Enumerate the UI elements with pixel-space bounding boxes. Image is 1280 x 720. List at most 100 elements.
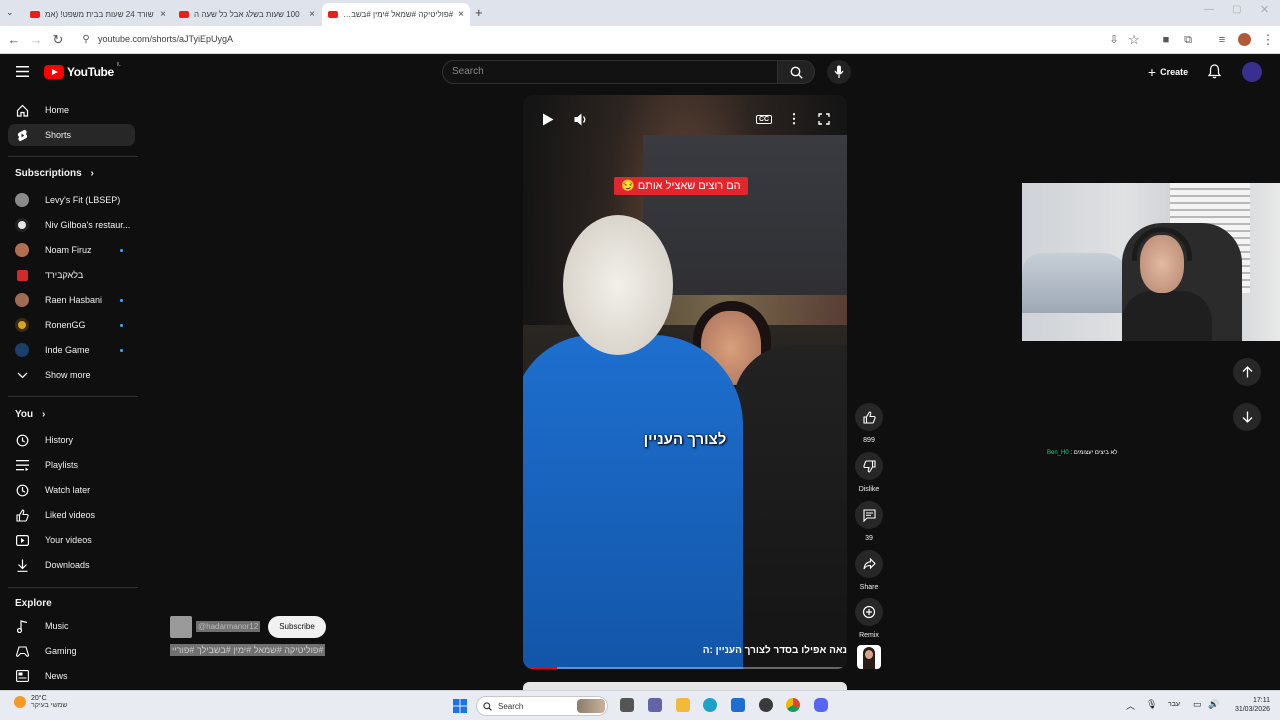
subscriptions-heading[interactable]: Subscriptions › (15, 168, 94, 179)
chrome-icon[interactable] (786, 698, 800, 712)
youtube-logo[interactable]: YouTube IL (44, 62, 121, 79)
sidebar-item-liked-videos[interactable]: Liked videos (8, 504, 135, 526)
next-short-button[interactable] (1233, 403, 1261, 431)
fullscreen-button[interactable] (816, 111, 832, 127)
sidebar-item-show-more[interactable]: Show more (8, 364, 135, 386)
close-window-icon[interactable]: ✕ (1260, 3, 1269, 16)
channel-handle[interactable]: @hadarmanor12 (196, 621, 261, 632)
shorts-video-player[interactable]: CC ⋮ הם רוצים שאציל אותם 😏 לצורך העניין … (523, 95, 847, 669)
taskbar-search[interactable]: Search (476, 696, 608, 716)
sidebar-item-gaming[interactable]: Gaming (8, 640, 135, 662)
search-input[interactable]: Search (442, 60, 778, 84)
sidebar-item-home[interactable]: Home (8, 99, 135, 121)
sidebar-item-subscription[interactable]: RonenGG (8, 314, 135, 336)
browser-tab-active[interactable]: #פוליטיקה #שמאל #ימין #בשבילך # × (322, 3, 470, 26)
like-button[interactable] (855, 403, 883, 431)
video-progress-bar[interactable] (525, 667, 843, 669)
volume-button[interactable] (573, 111, 589, 127)
extensions-puzzle-icon[interactable]: ⧉ (1180, 32, 1196, 48)
search-icon (790, 66, 803, 79)
edge-icon[interactable] (703, 698, 717, 712)
chevron-down-icon (15, 368, 29, 382)
maximize-window-icon[interactable]: ▢ (1232, 4, 1241, 15)
sidebar-item-subscription[interactable]: Noam Firuz (8, 239, 135, 261)
subscribe-button[interactable]: Subscribe (268, 616, 326, 638)
notifications-bell-icon[interactable] (1208, 64, 1221, 79)
weather-widget[interactable]: 20°C שמשי בעיקר (14, 695, 68, 709)
sidebar-item-subscription[interactable]: Niv Gilboa's restaur... (8, 214, 135, 236)
you-heading[interactable]: You › (15, 409, 45, 420)
close-tab-icon[interactable]: × (309, 9, 315, 20)
windows-start-icon[interactable] (453, 699, 467, 713)
sidebar-item-subscription[interactable]: בלאקבירד (8, 264, 135, 286)
store-icon[interactable] (731, 698, 745, 712)
comments-button[interactable] (855, 501, 883, 529)
dislike-action[interactable]: Dislike (855, 452, 883, 493)
sidebar-item-subscription[interactable]: Inde Game (8, 339, 135, 361)
extension-icon[interactable]: ■ (1158, 32, 1174, 48)
create-label: Create (1160, 67, 1189, 77)
sidebar-item-subscription[interactable]: Levy's Fit (LBSEP) (8, 189, 135, 211)
new-content-dot (120, 298, 123, 302)
close-tab-icon[interactable]: × (160, 9, 166, 20)
browser-tab[interactable]: 100 שעות בשלג אבל כל שעה ה × (173, 3, 321, 26)
task-view-icon[interactable] (620, 698, 634, 712)
browser-menu-icon[interactable]: ⋮ (1260, 32, 1276, 48)
account-avatar[interactable] (1242, 62, 1262, 82)
create-button[interactable]: + Create (1140, 60, 1196, 84)
video-hashtags[interactable]: #פוליטיקה #שמאל #ימין #בשבילך #פוריי (170, 644, 326, 656)
sidebar-item-your-videos[interactable]: Your videos (8, 529, 135, 551)
taskbar-clock[interactable]: 17:11 31/03/2026 (1228, 696, 1270, 714)
like-action[interactable]: 899 (855, 403, 883, 444)
voice-search-button[interactable] (827, 60, 851, 84)
back-icon[interactable]: ← (6, 32, 22, 48)
close-tab-icon[interactable]: × (458, 9, 464, 20)
sidebar-item-watch-later[interactable]: Watch later (8, 479, 135, 501)
comments-action[interactable]: 39 (855, 501, 883, 542)
teams-icon[interactable] (648, 698, 662, 712)
search-button[interactable] (777, 60, 815, 84)
channel-avatar[interactable] (170, 616, 192, 638)
sidebar-item-shorts[interactable]: Shorts (8, 124, 135, 146)
media-controls-icon[interactable]: ≡ (1214, 32, 1230, 48)
sidebar-item-playlists[interactable]: Playlists (8, 454, 135, 476)
hidden-icons-chevron[interactable]: ︿ (1126, 699, 1135, 712)
play-button[interactable] (540, 111, 556, 127)
tray-network-icon[interactable]: ▭ (1193, 699, 1202, 710)
remix-button[interactable] (855, 598, 883, 626)
discord-icon[interactable] (814, 698, 828, 712)
forward-icon[interactable]: → (28, 32, 44, 48)
channel-thumbnail[interactable] (857, 645, 881, 669)
share-action[interactable]: Share (855, 550, 883, 591)
site-settings-icon[interactable]: ⚲ (78, 32, 94, 48)
hamburger-menu-icon[interactable] (16, 66, 29, 77)
captions-button[interactable]: CC (755, 111, 773, 127)
obs-icon[interactable] (759, 698, 773, 712)
bookmark-star-icon[interactable]: ☆ (1126, 32, 1142, 48)
share-button[interactable] (855, 550, 883, 578)
input-language[interactable]: עבר (1168, 701, 1180, 708)
tab-list-dropdown-icon[interactable]: ⌄ (6, 7, 14, 18)
file-explorer-icon[interactable] (676, 698, 690, 712)
next-short-preview[interactable] (523, 682, 847, 690)
dislike-button[interactable] (855, 452, 883, 480)
new-tab-icon[interactable]: + (475, 5, 483, 20)
sidebar-item-subscription[interactable]: Raen Hasbani (8, 289, 135, 311)
profile-avatar-icon[interactable] (1238, 33, 1251, 46)
previous-short-button[interactable] (1233, 358, 1261, 386)
play-icon (543, 113, 554, 125)
tray-volume-icon[interactable]: 🔊 (1208, 699, 1219, 710)
browser-tab[interactable]: שורד 24 שעות בבית משפט! (אמ × (24, 3, 172, 26)
sidebar-item-history[interactable]: History (8, 429, 135, 451)
sidebar-item-news[interactable]: News (8, 665, 135, 687)
reload-icon[interactable]: ↻ (50, 32, 66, 48)
share-icon (862, 558, 876, 570)
sidebar-item-music[interactable]: Music (8, 615, 135, 637)
tray-mic-icon[interactable]: 🎙 (1146, 699, 1157, 710)
sidebar-item-downloads[interactable]: Downloads (8, 554, 135, 576)
remix-action[interactable]: Remix (855, 598, 883, 639)
install-app-icon[interactable]: ⇩ (1106, 32, 1122, 48)
minimize-window-icon[interactable]: — (1204, 4, 1214, 15)
url-field[interactable]: youtube.com/shorts/aJTyiEpUygA (98, 34, 233, 44)
more-options-button[interactable]: ⋮ (786, 111, 802, 127)
